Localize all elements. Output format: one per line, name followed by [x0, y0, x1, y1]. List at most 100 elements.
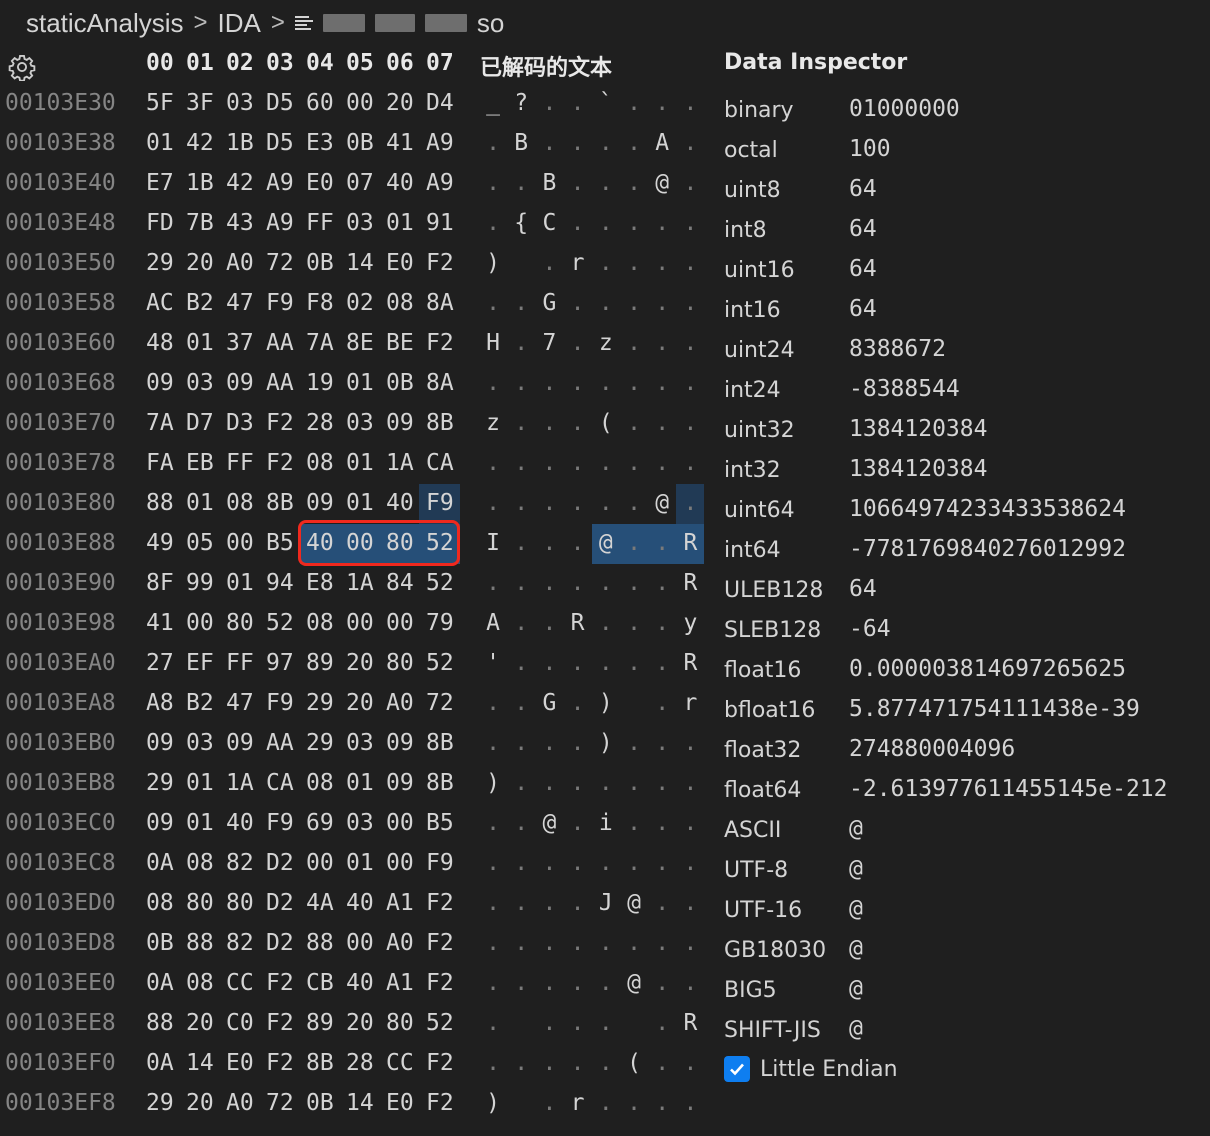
decoded-char[interactable]: . [510, 530, 532, 556]
hex-byte[interactable]: 40 [386, 490, 414, 516]
hex-byte[interactable]: D5 [266, 90, 294, 116]
decoded-char[interactable]: . [595, 450, 617, 476]
hex-byte[interactable]: 20 [346, 690, 374, 716]
decoded-char[interactable]: . [679, 850, 701, 876]
hex-byte[interactable]: 82 [226, 850, 254, 876]
hex-row[interactable]: 00103ED0 08 80 80 D2 4A 40 A1 F2.... J @.. [0, 884, 710, 924]
decoded-char[interactable]: . [510, 570, 532, 596]
decoded-char[interactable]: ' [482, 650, 504, 676]
hex-row[interactable]: 00103E50 29 20 A0 72 0B 14 E0 F2) .r.... [0, 244, 710, 284]
hex-row[interactable]: 00103E58 AC B2 47 F9 F8 02 08 8A.. G..... [0, 284, 710, 324]
decoded-char[interactable]: . [567, 650, 589, 676]
hex-byte[interactable]: E0 [386, 250, 414, 276]
hex-byte[interactable]: A9 [426, 130, 454, 156]
hex-byte[interactable]: F2 [266, 1010, 294, 1036]
hex-byte[interactable]: 07 [346, 170, 374, 196]
hex-byte[interactable]: 60 [306, 90, 334, 116]
hex-byte[interactable]: 48 [146, 330, 174, 356]
hex-byte[interactable]: 37 [226, 330, 254, 356]
decoded-char[interactable]: . [679, 970, 701, 996]
hex-byte[interactable]: 14 [346, 250, 374, 276]
decoded-char[interactable]: . [510, 890, 532, 916]
decoded-char[interactable]: . [510, 770, 532, 796]
hex-byte[interactable]: 8B [266, 490, 294, 516]
decoded-char[interactable]: . [679, 770, 701, 796]
hex-byte[interactable]: D7 [186, 410, 214, 436]
hex-byte[interactable]: 00 [186, 610, 214, 636]
decoded-char[interactable]: . [567, 170, 589, 196]
hex-byte[interactable]: 01 [226, 570, 254, 596]
hex-byte[interactable]: 01 [346, 370, 374, 396]
decoded-char[interactable]: @ [623, 970, 645, 996]
hex-byte[interactable]: 1B [226, 130, 254, 156]
hex-byte[interactable]: 89 [306, 650, 334, 676]
decoded-char[interactable]: @ [651, 170, 673, 196]
hex-byte[interactable]: 08 [306, 610, 334, 636]
decoded-char[interactable]: . [567, 1010, 589, 1036]
hex-byte[interactable]: 20 [186, 1090, 214, 1116]
hex-byte[interactable]: 09 [146, 810, 174, 836]
decoded-char[interactable]: . [679, 930, 701, 956]
hex-byte[interactable]: 00 [386, 850, 414, 876]
hex-byte[interactable]: 49 [146, 530, 174, 556]
decoded-char[interactable]: . [595, 570, 617, 596]
hex-byte[interactable]: 82 [226, 930, 254, 956]
decoded-char[interactable]: . [623, 810, 645, 836]
decoded-char[interactable]: . [651, 850, 673, 876]
hex-byte[interactable]: 20 [386, 90, 414, 116]
hex-byte[interactable]: 47 [226, 690, 254, 716]
hex-byte[interactable]: 89 [306, 1010, 334, 1036]
decoded-char[interactable]: . [538, 970, 560, 996]
hex-byte[interactable]: 01 [186, 810, 214, 836]
hex-byte[interactable]: 03 [346, 730, 374, 756]
decoded-char[interactable]: . [595, 370, 617, 396]
hex-byte[interactable]: F8 [306, 290, 334, 316]
hex-byte[interactable]: 8E [346, 330, 374, 356]
decoded-char[interactable]: . [510, 650, 532, 676]
decoded-char[interactable]: . [651, 810, 673, 836]
decoded-char[interactable]: . [623, 730, 645, 756]
hex-byte[interactable]: FF [226, 650, 254, 676]
hex-byte[interactable]: FA [146, 450, 174, 476]
decoded-char[interactable]: . [623, 210, 645, 236]
checkbox-checked-icon[interactable] [724, 1056, 750, 1082]
hex-byte[interactable]: 88 [306, 930, 334, 956]
hex-byte[interactable]: F2 [266, 1050, 294, 1076]
decoded-char[interactable]: . [482, 490, 504, 516]
hex-byte[interactable]: 00 [386, 610, 414, 636]
hex-byte[interactable]: 0B [306, 1090, 334, 1116]
hex-row[interactable]: 00103EF8 29 20 A0 72 0B 14 E0 F2) .r.... [0, 1084, 710, 1124]
decoded-char[interactable]: . [679, 290, 701, 316]
hex-byte[interactable]: E7 [146, 170, 174, 196]
hex-byte[interactable]: 08 [186, 850, 214, 876]
decoded-char[interactable]: . [567, 530, 589, 556]
decoded-char[interactable]: . [623, 290, 645, 316]
decoded-char[interactable]: . [651, 530, 673, 556]
decoded-char[interactable]: . [510, 490, 532, 516]
decoded-char[interactable]: . [510, 370, 532, 396]
decoded-char[interactable]: B [538, 170, 560, 196]
decoded-char[interactable]: . [538, 450, 560, 476]
decoded-char[interactable]: G [538, 690, 560, 716]
hex-byte[interactable]: A0 [226, 1090, 254, 1116]
hex-byte[interactable]: F2 [426, 890, 454, 916]
decoded-char[interactable]: . [567, 370, 589, 396]
decoded-char[interactable]: . [595, 1090, 617, 1116]
hex-byte[interactable]: 09 [306, 490, 334, 516]
decoded-char[interactable]: . [510, 810, 532, 836]
hex-byte[interactable]: D3 [226, 410, 254, 436]
little-endian-toggle[interactable]: Little Endian [724, 1056, 898, 1082]
hex-byte[interactable]: F9 [266, 690, 294, 716]
decoded-char[interactable]: . [482, 930, 504, 956]
decoded-char[interactable]: A [482, 610, 504, 636]
hex-byte[interactable]: 03 [186, 730, 214, 756]
hex-byte[interactable]: 29 [146, 770, 174, 796]
hex-byte[interactable]: 28 [306, 410, 334, 436]
hex-byte[interactable]: 7A [306, 330, 334, 356]
decoded-char[interactable]: . [567, 90, 589, 116]
hex-byte[interactable]: 00 [306, 850, 334, 876]
hex-byte[interactable]: A9 [266, 210, 294, 236]
decoded-char[interactable]: ` [595, 90, 617, 116]
decoded-char[interactable]: . [510, 170, 532, 196]
decoded-char[interactable]: . [623, 570, 645, 596]
